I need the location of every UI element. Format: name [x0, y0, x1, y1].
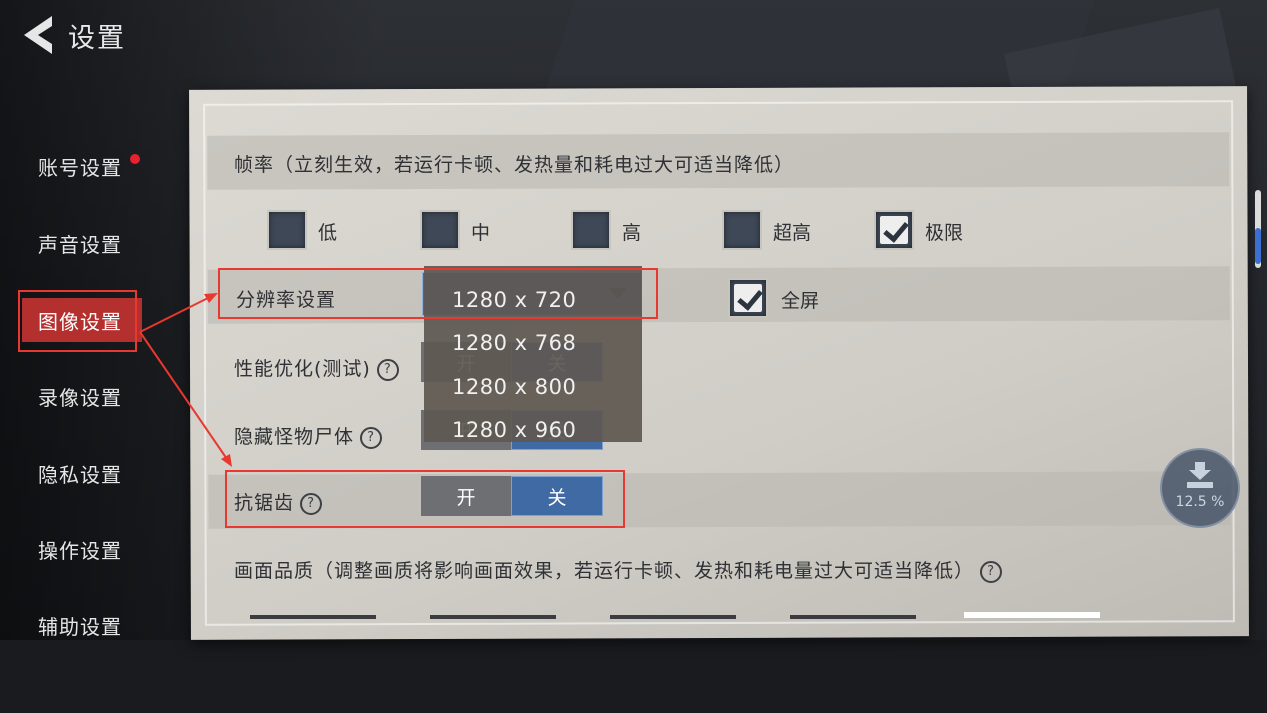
download-percent: 12.5 %	[1175, 494, 1225, 510]
download-icon	[1187, 462, 1213, 488]
scrollbar[interactable]	[1255, 190, 1261, 268]
scrollbar-thumb[interactable]	[1255, 228, 1261, 264]
annotation-arrows	[139, 293, 232, 467]
download-progress-widget[interactable]: 12.5 %	[1160, 448, 1240, 528]
